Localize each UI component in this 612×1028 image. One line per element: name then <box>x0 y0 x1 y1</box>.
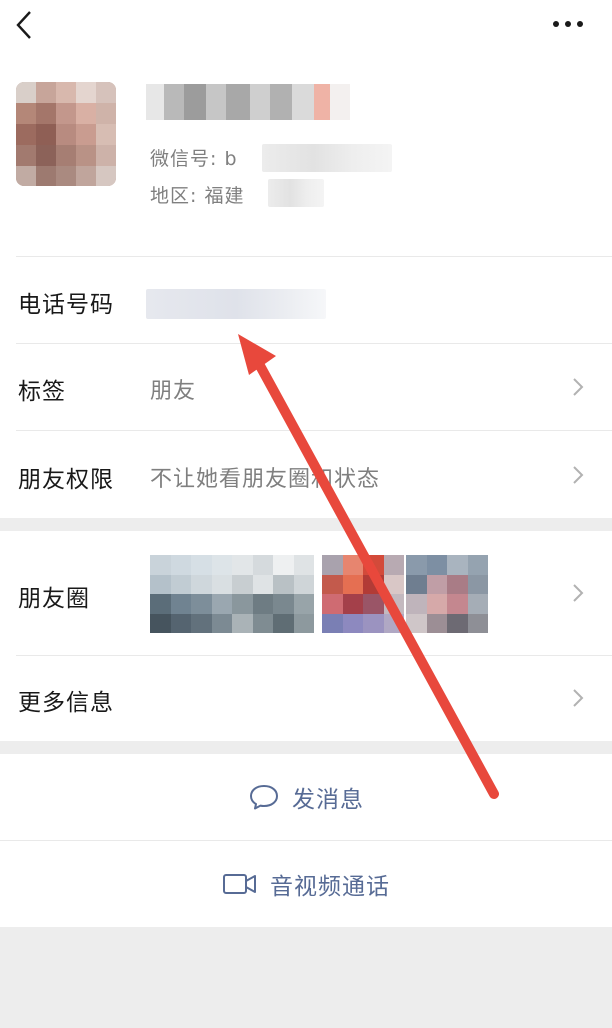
moments-label: 朋友圈 <box>18 586 90 612</box>
chevron-left-icon[interactable] <box>10 8 40 42</box>
send-message-label: 发消息 <box>292 787 364 813</box>
more-info-label: 更多信息 <box>18 690 114 716</box>
moments-thumbnail <box>406 555 488 633</box>
moments-thumbnail <box>150 555 232 633</box>
moments-section: 朋友圈 更多信息 <box>0 531 612 741</box>
profile-header: 微信号: b 地区: 福建 <box>0 60 612 256</box>
moments-row[interactable]: 朋友圈 <box>0 531 612 655</box>
tags-value: 朋友 <box>150 379 197 404</box>
pixelated-avatar-image <box>16 82 116 186</box>
region-blur <box>268 179 324 207</box>
section-gap <box>0 518 612 531</box>
tags-label: 标签 <box>18 379 66 405</box>
send-message-button[interactable]: 发消息 <box>0 754 612 840</box>
phone-label: 电话号码 <box>18 292 114 318</box>
permissions-label: 朋友权限 <box>18 467 114 493</box>
chevron-right-icon <box>573 584 584 602</box>
wechat-id-blur <box>262 144 392 172</box>
avatar[interactable] <box>16 82 116 186</box>
permissions-value: 不让她看朋友圈和状态 <box>150 467 381 492</box>
video-call-button[interactable]: 音视频通话 <box>0 841 612 927</box>
tags-row[interactable]: 标签 朋友 <box>0 344 612 430</box>
phone-number-blur <box>146 289 326 319</box>
chevron-right-icon <box>573 689 584 707</box>
permissions-row[interactable]: 朋友权限 不让她看朋友圈和状态 <box>0 431 612 518</box>
chevron-right-icon <box>573 466 584 484</box>
more-dots-icon[interactable] <box>550 14 586 34</box>
more-info-row[interactable]: 更多信息 <box>0 656 612 741</box>
video-camera-icon <box>223 874 256 894</box>
profile-panel: 微信号: b 地区: 福建 电话号码 标签 朋友 朋友权限 不让她看朋友圈和状态 <box>0 0 612 518</box>
chat-bubble-icon <box>250 785 278 810</box>
phone-row[interactable]: 电话号码 <box>0 257 612 343</box>
moments-thumbnail <box>232 555 314 633</box>
moments-thumbnail <box>322 555 404 633</box>
nickname-pixelated <box>146 84 350 120</box>
section-gap <box>0 741 612 754</box>
wechat-id: 微信号: b <box>150 148 238 170</box>
video-call-label: 音视频通话 <box>270 874 390 900</box>
region: 地区: 福建 <box>150 185 245 207</box>
chevron-right-icon <box>573 378 584 396</box>
